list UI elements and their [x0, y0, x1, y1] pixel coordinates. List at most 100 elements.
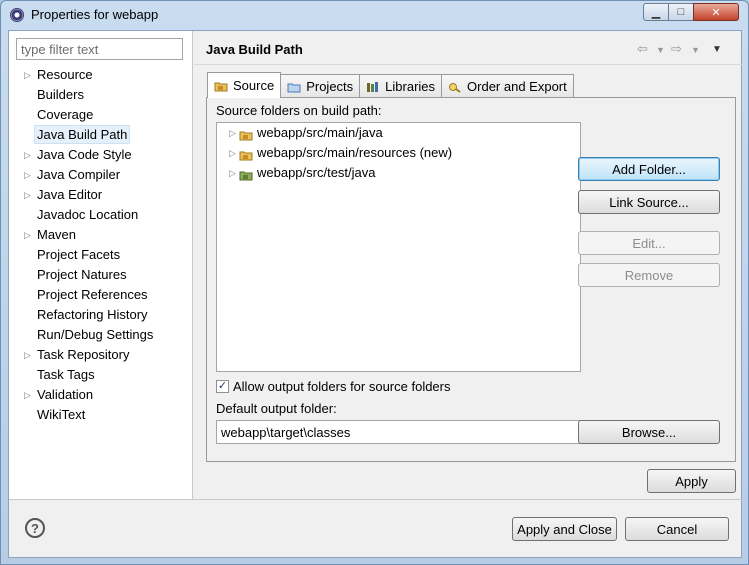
sidebar-item-label: Maven [37, 227, 77, 242]
sidebar-item[interactable]: Java Build Path [9, 125, 193, 145]
expand-arrow-icon[interactable]: ▷ [24, 345, 31, 365]
sidebar-item-label: Project References [37, 287, 148, 302]
forward-arrow-icon[interactable]: ⇨ [671, 41, 682, 57]
sidebar-item-label: Java Compiler [37, 167, 121, 182]
sidebar-item-label: Project Natures [37, 267, 127, 282]
allow-output-checkbox[interactable]: ✓ [216, 380, 229, 393]
eclipse-icon [10, 8, 24, 22]
tab-source[interactable]: Source [207, 72, 282, 98]
sidebar-item-label: Run/Debug Settings [37, 327, 154, 342]
maximize-icon: □ [677, 6, 685, 18]
properties-tree: ▷ Resource Builders Coverage Java Build Path… [9, 65, 193, 425]
properties-window: Properties for webapp ▁ □ ✕ type filter … [0, 0, 749, 565]
sidebar-item-label: Task Repository [37, 347, 130, 362]
source-folder-item[interactable]: ▷ webapp/src/test/java [217, 163, 580, 183]
sidebar-item-label: Java Build Path [33, 125, 131, 144]
window-title: Properties for webapp [31, 7, 159, 22]
sidebar-item[interactable]: Builders [9, 85, 193, 105]
sidebar-item[interactable]: WikiText [9, 405, 193, 425]
page-title: Java Build Path [206, 42, 303, 57]
header-divider [194, 64, 742, 65]
title-bar: Properties for webapp ▁ □ ✕ [1, 1, 748, 29]
sidebar-item-label: Resource [37, 67, 93, 82]
default-output-label: Default output folder: [216, 401, 337, 416]
tab-libraries[interactable]: Libraries [359, 74, 443, 98]
dialog-client: type filter text ▷ Resource Builders Covera… [8, 30, 743, 558]
expand-arrow-icon[interactable]: ▷ [229, 163, 236, 183]
source-folder-label: webapp/src/main/java [257, 125, 383, 140]
tab-projects-label: Projects [306, 79, 354, 94]
sidebar-item-label: Validation [37, 387, 94, 402]
minimize-icon: ▁ [651, 6, 661, 19]
expand-arrow-icon[interactable]: ▷ [229, 123, 236, 143]
tab-projects[interactable]: Projects [280, 74, 361, 98]
close-button[interactable]: ✕ [693, 3, 739, 21]
maximize-button[interactable]: □ [668, 3, 694, 21]
back-arrow-icon[interactable]: ⇦ [637, 41, 648, 57]
minimize-button[interactable]: ▁ [643, 3, 669, 21]
expand-arrow-icon[interactable]: ▷ [24, 165, 31, 185]
back-menu-icon[interactable]: ▼ [656, 45, 665, 55]
source-folder-label: webapp/src/main/resources (new) [257, 145, 453, 160]
allow-output-label: Allow output folders for source folders [233, 379, 451, 394]
view-menu-icon[interactable]: ▼ [712, 44, 722, 55]
sidebar-item[interactable]: ▷ Java Code Style [9, 145, 193, 165]
source-folders-label: Source folders on build path: [216, 103, 382, 118]
allow-output-row: ✓ Allow output folders for source folder… [216, 379, 451, 394]
source-folders-list[interactable]: ▷ webapp/src/main/java ▷ webapp/src/main/re… [216, 122, 581, 372]
sidebar-item-label: Java Code Style [37, 147, 132, 162]
sidebar-item[interactable]: Task Tags [9, 365, 193, 385]
browse-button[interactable]: Browse... [578, 420, 720, 444]
cancel-button[interactable]: Cancel [625, 517, 729, 541]
sidebar-item-label: WikiText [37, 407, 86, 422]
link-source-button[interactable]: Link Source... [578, 190, 720, 214]
sidebar-item[interactable]: ▷ Java Compiler [9, 165, 193, 185]
sidebar-item[interactable]: Project References [9, 285, 193, 305]
expand-arrow-icon[interactable]: ▷ [24, 385, 31, 405]
apply-and-close-button[interactable]: Apply and Close [512, 517, 617, 541]
expand-arrow-icon[interactable]: ▷ [24, 65, 31, 85]
expand-arrow-icon[interactable]: ▷ [24, 185, 31, 205]
expand-arrow-icon[interactable]: ▷ [24, 225, 31, 245]
expand-arrow-icon[interactable]: ▷ [24, 145, 31, 165]
default-output-field[interactable]: webapp\target\classes [216, 420, 581, 444]
source-folder-icon [214, 80, 228, 92]
sidebar-item[interactable]: ▷ Resource [9, 65, 193, 85]
sidebar-item[interactable]: ▷ Java Editor [9, 185, 193, 205]
sidebar-item[interactable]: ▷ Validation [9, 385, 193, 405]
add-folder-button[interactable]: Add Folder... [578, 157, 720, 181]
sidebar-item[interactable]: ▷ Task Repository [9, 345, 193, 365]
source-folder-item[interactable]: ▷ webapp/src/main/java [217, 123, 580, 143]
edit-button[interactable]: Edit... [578, 231, 720, 255]
sidebar-item[interactable]: ▷ Maven [9, 225, 193, 245]
right-pane: Java Build Path ⇦ ▼ ⇨ ▼ ▼ Source Project… [194, 31, 742, 499]
forward-menu-icon[interactable]: ▼ [691, 45, 700, 55]
expand-arrow-icon[interactable]: ▷ [229, 143, 236, 163]
close-icon: ✕ [711, 6, 721, 19]
libraries-icon [366, 81, 380, 93]
sidebar-item-label: Builders [37, 87, 84, 102]
source-folder-label: webapp/src/test/java [257, 165, 376, 180]
source-tab-panel: Source folders on build path: ▷ webapp/sr… [206, 97, 736, 462]
sidebar-item[interactable]: Project Natures [9, 265, 193, 285]
left-pane: type filter text ▷ Resource Builders Covera… [9, 31, 193, 499]
tab-order-export[interactable]: Order and Export [441, 74, 574, 98]
sidebar-item[interactable]: Run/Debug Settings [9, 325, 193, 345]
source-folder-item[interactable]: ▷ webapp/src/main/resources (new) [217, 143, 580, 163]
sidebar-item[interactable]: Project Facets [9, 245, 193, 265]
sidebar-item[interactable]: Javadoc Location [9, 205, 193, 225]
help-icon[interactable]: ? [25, 518, 45, 538]
sidebar-item[interactable]: Refactoring History [9, 305, 193, 325]
tab-order-export-label: Order and Export [467, 79, 567, 94]
tab-libraries-label: Libraries [385, 79, 436, 94]
order-export-icon [448, 81, 462, 93]
apply-button[interactable]: Apply [647, 469, 736, 493]
sidebar-item[interactable]: Coverage [9, 105, 193, 125]
filter-input[interactable]: type filter text [16, 38, 183, 60]
remove-button[interactable]: Remove [578, 263, 720, 287]
sidebar-item-label: Project Facets [37, 247, 121, 262]
tab-source-label: Source [233, 78, 275, 93]
tab-bar: Source Projects Libraries Order and Expo… [207, 72, 574, 98]
sidebar-item-label: Task Tags [37, 367, 95, 382]
package-folder-icon [239, 167, 253, 187]
